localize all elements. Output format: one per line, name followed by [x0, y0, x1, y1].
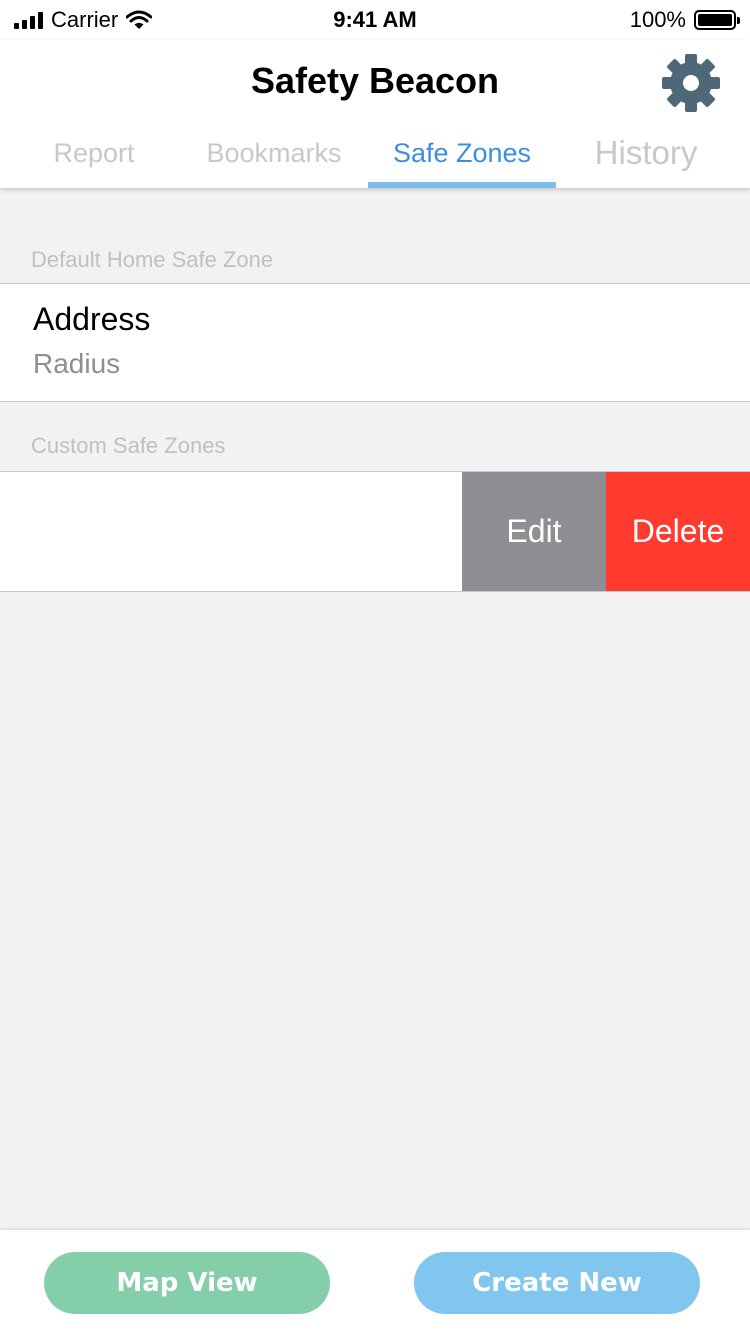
app-title: Safety Beacon [250, 60, 500, 101]
cell-subtitle-radius: Radius [33, 348, 121, 379]
edit-button[interactable]: Edit [462, 472, 606, 591]
tab-bar: Report Bookmarks Safe Zones History [0, 124, 750, 188]
custom-safe-zone-row[interactable]: Edit Delete [0, 471, 750, 592]
status-bar: Carrier 9:41 AM 100% [0, 0, 750, 40]
active-tab-indicator [368, 182, 556, 188]
tab-history[interactable]: History [556, 124, 736, 188]
safe-zones-screen: Carrier 9:41 AM 100% Safety Beacon Repor… [0, 0, 750, 1334]
tab-report[interactable]: Report [4, 124, 184, 188]
default-safe-zone-cell[interactable]: Address Radius [0, 283, 750, 402]
status-right: 100% [629, 7, 740, 32]
settings-button[interactable] [660, 52, 722, 114]
section-header-default: Default Home Safe Zone [31, 247, 274, 272]
delete-button[interactable]: Delete [606, 472, 750, 591]
create-new-button[interactable]: Create New [414, 1252, 700, 1314]
map-view-button[interactable]: Map View [44, 1252, 330, 1314]
tab-bookmarks[interactable]: Bookmarks [184, 124, 364, 188]
battery-icon [694, 10, 740, 30]
section-header-custom: Custom Safe Zones [31, 433, 226, 458]
app-header: Safety Beacon Report Bookmarks Safe Zone… [0, 40, 750, 188]
cell-title-address: Address [33, 301, 151, 337]
tab-safe-zones[interactable]: Safe Zones [368, 124, 556, 188]
battery-percent: 100% [629, 7, 686, 32]
bottom-bar: Map View Create New [0, 1230, 750, 1334]
gear-icon [662, 54, 720, 112]
